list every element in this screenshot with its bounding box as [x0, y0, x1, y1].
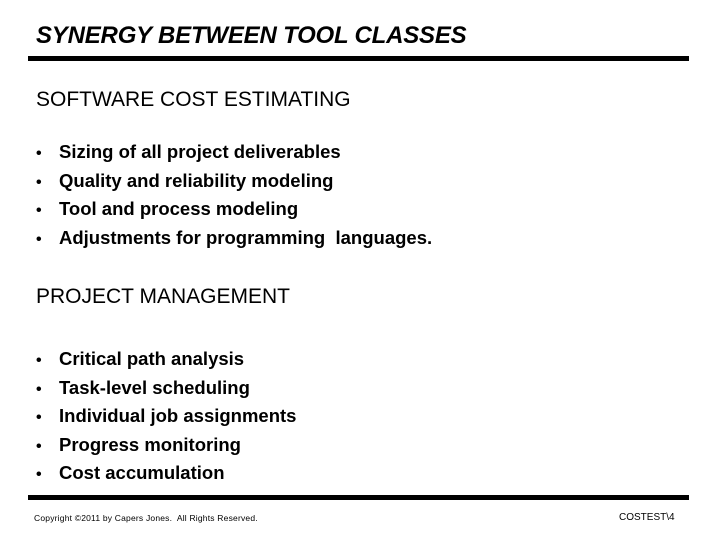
bullet-icon: • [36, 466, 42, 483]
section-heading-project-management: PROJECT MANAGEMENT [36, 285, 290, 308]
list-item-text: Progress monitoring [59, 433, 241, 455]
bullet-icon: • [36, 409, 42, 426]
cost-estimating-list: • Sizing of all project deliverables • Qua… [36, 141, 432, 255]
list-item: • Adjustments for programming languages. [36, 227, 432, 256]
list-item-text: Individual job assignments [59, 405, 297, 426]
list-item: • Individual job assignments [36, 405, 296, 434]
list-item: • Sizing of all project deliverables [36, 141, 432, 170]
bullet-icon: • [36, 230, 42, 248]
list-item-text: Sizing of all project deliverables [59, 141, 341, 162]
bullet-icon: • [36, 380, 42, 398]
slide-title: SYNERGY BETWEEN TOOL CLASSES [36, 22, 467, 49]
section-heading-cost-estimating: SOFTWARE COST ESTIMATING [36, 88, 351, 111]
list-item-text: Adjustments for programming languages. [59, 226, 433, 248]
bullet-icon: • [36, 352, 42, 369]
list-item: • Critical path analysis [36, 348, 296, 377]
project-management-list: • Critical path analysis • Task-level sche… [36, 348, 296, 491]
list-item-text: Cost accumulation [59, 462, 225, 483]
list-item-text: Critical path analysis [59, 348, 245, 369]
title-divider [28, 56, 689, 61]
copyright-notice: Copyright ©2011 by Capers Jones. All Rig… [34, 513, 258, 523]
footer-divider [28, 495, 689, 500]
list-item-text: Tool and process modeling [59, 198, 299, 219]
list-item-text: Quality and reliability modeling [59, 169, 334, 191]
list-item-text: Task-level scheduling [59, 376, 250, 398]
bullet-icon: • [36, 437, 42, 455]
list-item: • Quality and reliability modeling [36, 170, 432, 199]
slide-id: COSTEST\4 [619, 512, 675, 523]
list-item: • Cost accumulation [36, 462, 296, 491]
list-item: • Progress monitoring [36, 434, 296, 463]
list-item: • Task-level scheduling [36, 377, 296, 406]
list-item: • Tool and process modeling [36, 198, 432, 227]
bullet-icon: • [36, 202, 42, 219]
bullet-icon: • [36, 173, 42, 191]
bullet-icon: • [36, 145, 42, 162]
